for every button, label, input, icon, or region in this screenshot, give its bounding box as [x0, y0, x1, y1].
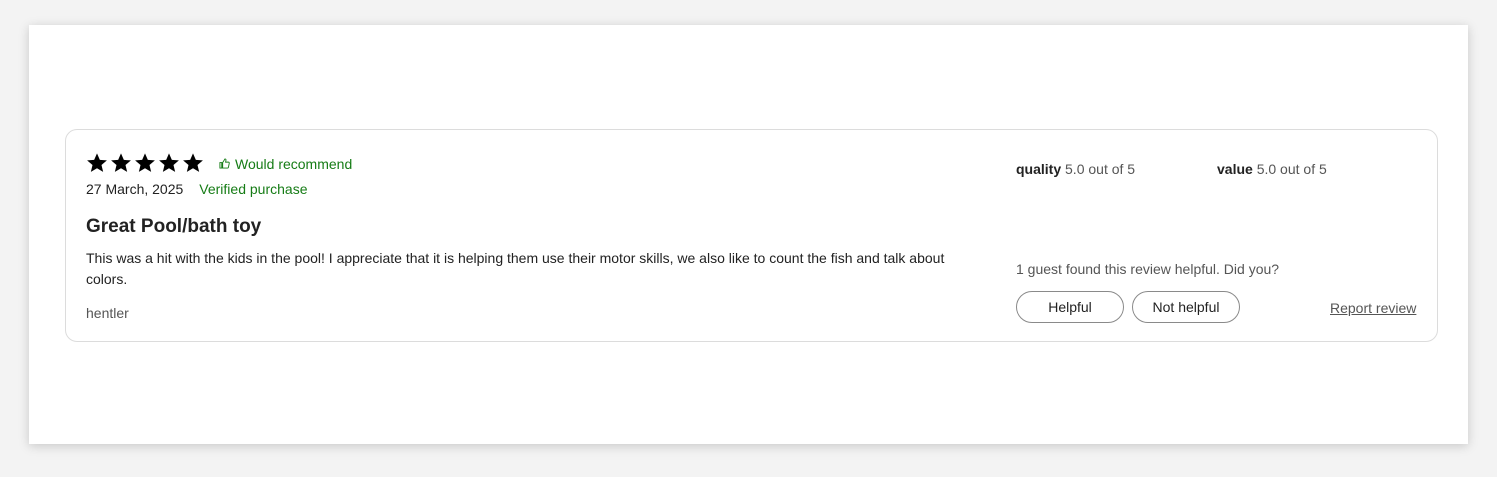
report-review-link[interactable]: Report review — [1330, 300, 1416, 316]
quality-label: quality — [1016, 161, 1062, 177]
value-value: 5.0 out of 5 — [1256, 161, 1327, 177]
value-rating: value 5.0 out of 5 — [1217, 161, 1327, 177]
value-label: value — [1217, 161, 1253, 177]
helpful-button[interactable]: Helpful — [1016, 291, 1124, 323]
review-body: This was a hit with the kids in the pool… — [86, 250, 945, 287]
thumbs-up-icon — [219, 156, 235, 172]
quality-rating: quality 5.0 out of 5 — [1016, 161, 1135, 177]
review-card: Would recommend 27 March, 2025 Verified … — [65, 129, 1438, 342]
star-icon — [110, 152, 132, 174]
review-author: hentler — [86, 305, 129, 321]
star-icon — [86, 152, 108, 174]
review-title: Great Pool/bath toy — [86, 216, 262, 237]
review-meta: 27 March, 2025 Verified purchase — [86, 181, 307, 197]
verified-purchase-label: Verified purchase — [199, 181, 308, 197]
recommend-badge: Would recommend — [219, 156, 352, 172]
quality-value: 5.0 out of 5 — [1065, 161, 1136, 177]
review-date: 27 March, 2025 — [86, 181, 184, 197]
star-icon — [134, 152, 156, 174]
star-icon — [182, 152, 204, 174]
star-rating — [86, 152, 204, 174]
not-helpful-button[interactable]: Not helpful — [1132, 291, 1240, 323]
recommend-label: Would recommend — [235, 156, 353, 172]
page: Would recommend 27 March, 2025 Verified … — [29, 25, 1468, 444]
star-icon — [158, 152, 180, 174]
helpful-prompt: 1 guest found this review helpful. Did y… — [1016, 261, 1280, 277]
